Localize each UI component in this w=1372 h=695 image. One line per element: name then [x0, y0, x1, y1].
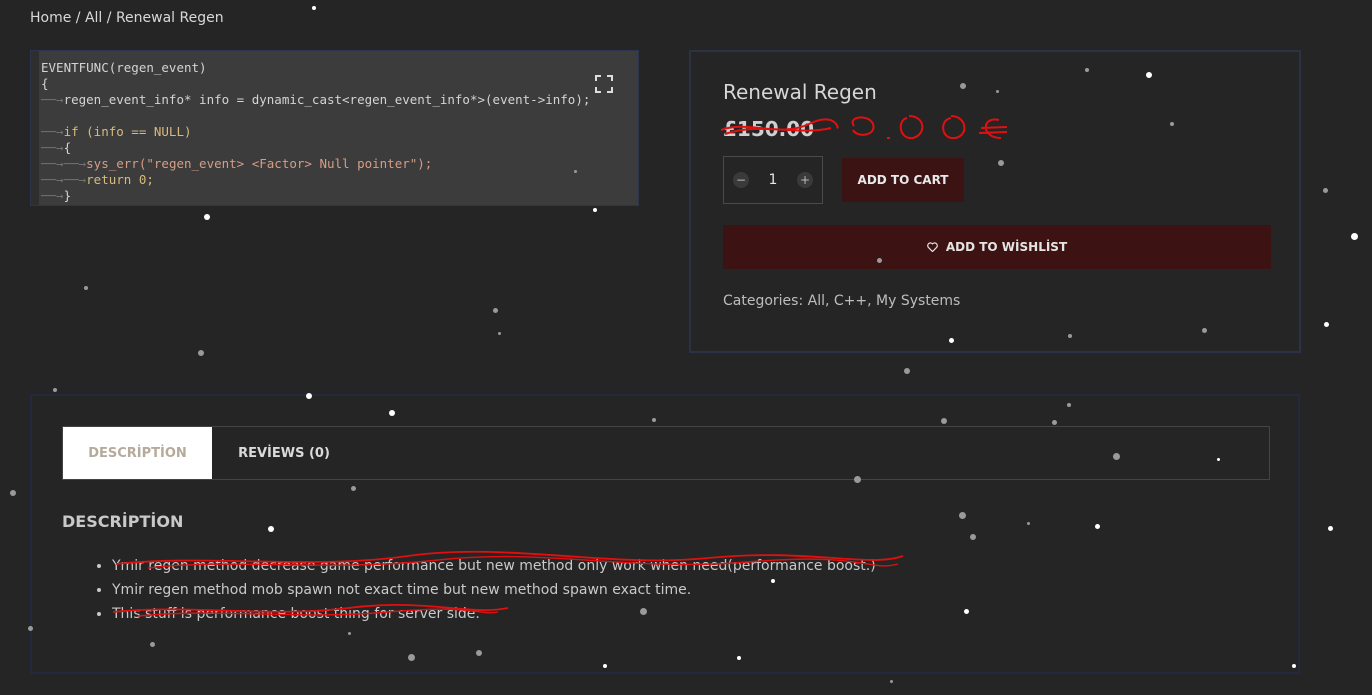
list-item: Ymir regen method decrease game performa…: [112, 554, 876, 578]
code-line: ──→if (info == NULL): [41, 124, 192, 139]
tab-reviews[interactable]: REVİEWS (0): [213, 427, 355, 479]
indent-guide: ──→: [41, 140, 64, 155]
snow-particle: [312, 6, 316, 10]
code-gutter: [31, 51, 39, 205]
description-list: Ymir regen method decrease game performa…: [82, 554, 876, 626]
quantity-value[interactable]: 1: [769, 172, 778, 188]
snow-particle: [493, 308, 498, 313]
snow-particle: [1324, 322, 1329, 327]
indent-guide: ──→: [41, 124, 64, 139]
product-title: Renewal Regen: [723, 80, 877, 104]
breadcrumb-current: Renewal Regen: [115, 10, 224, 26]
code-line: ──→{: [41, 140, 71, 155]
code-text: sys_err("regen_event> <Factor> Null poin…: [86, 156, 433, 171]
snow-particle: [593, 208, 597, 212]
wishlist-label: ADD TO WİSHLİST: [945, 240, 1068, 254]
snow-particle: [204, 214, 210, 220]
snow-particle: [1323, 188, 1328, 193]
categories-label: Categories:: [723, 293, 808, 309]
heart-icon: [927, 242, 938, 252]
code-text: {: [41, 76, 49, 91]
add-to-cart-button[interactable]: ADD TO CART: [842, 158, 964, 202]
indent-guide: ──→: [41, 92, 64, 107]
breadcrumb-separator: /: [71, 10, 85, 26]
snow-particle: [53, 388, 57, 392]
snow-particle: [1351, 233, 1358, 240]
code-text: EVENTFUNC(regen_event): [41, 60, 207, 75]
expand-icon[interactable]: [595, 75, 613, 93]
description-heading: DESCRİPTİON: [62, 512, 184, 531]
add-to-wishlist-button[interactable]: ADD TO WİSHLİST: [723, 225, 1271, 269]
code-text: }: [63, 188, 72, 203]
code-line: {: [41, 76, 49, 91]
code-text: regen_event_info* info = dynamic_cast<re…: [63, 92, 591, 107]
code-text: if (info == NULL): [63, 124, 192, 139]
tab-bar: DESCRİPTİON REVİEWS (0): [62, 426, 1270, 480]
code-text: return 0;: [86, 172, 154, 187]
snow-particle: [904, 368, 910, 374]
snow-particle: [84, 286, 88, 290]
list-item: Ymir regen method mob spawn not exact ti…: [112, 578, 876, 602]
snow-particle: [498, 332, 501, 335]
product-image[interactable]: EVENTFUNC(regen_event) { ──→regen_event_…: [30, 50, 639, 206]
list-item: This stuff is performance boost thing fo…: [112, 602, 876, 626]
quantity-increase-button[interactable]: +: [796, 172, 813, 188]
quantity-decrease-button[interactable]: −: [733, 172, 749, 188]
breadcrumb: Home / All / Renewal Regen: [30, 10, 224, 26]
product-tabs-section: DESCRİPTİON REVİEWS (0) DESCRİPTİON Ymir…: [30, 394, 1300, 674]
code-line: ──→──→return 0;: [41, 172, 154, 187]
product-summary: Renewal Regen £150.00 − 1 + ADD TO CART …: [689, 50, 1301, 353]
indent-guide: ──→──→: [41, 156, 87, 171]
code-line: EVENTFUNC(regen_event): [41, 60, 207, 75]
code-line: ──→──→sys_err("regen_event> <Factor> Nul…: [41, 156, 432, 171]
breadcrumb-all[interactable]: All: [85, 10, 102, 26]
indent-guide: ──→──→: [41, 172, 87, 187]
snow-particle: [1328, 526, 1333, 531]
product-categories: Categories: All, C++, My Systems: [723, 293, 960, 309]
indent-guide: ──→: [41, 188, 64, 203]
snow-particle: [10, 490, 16, 496]
quantity-stepper[interactable]: − 1 +: [723, 156, 823, 204]
breadcrumb-separator: /: [102, 10, 116, 26]
code-line: ──→regen_event_info* info = dynamic_cast…: [41, 92, 590, 107]
tab-description[interactable]: DESCRİPTİON: [63, 427, 212, 479]
breadcrumb-home[interactable]: Home: [30, 10, 71, 26]
snow-particle: [198, 350, 204, 356]
code-line: ──→}: [41, 188, 71, 203]
categories-links[interactable]: All, C++, My Systems: [808, 293, 961, 309]
code-text: {: [63, 140, 72, 155]
price-scribble: [720, 115, 1008, 140]
snow-particle: [890, 680, 893, 683]
